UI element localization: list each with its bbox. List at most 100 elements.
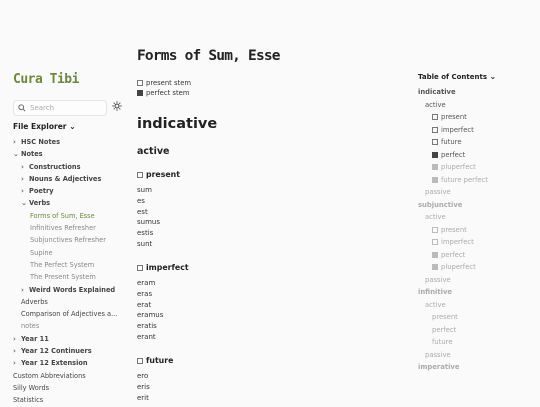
filled-square-icon (432, 164, 438, 170)
chevron-right-icon: › (13, 138, 16, 146)
toc-item[interactable]: pluperfect (418, 161, 538, 174)
toc-item-label: pluperfect (441, 263, 476, 271)
verb-form: eramus (137, 311, 164, 320)
toc-item-label: perfect (441, 150, 466, 159)
heading-active: active (137, 146, 170, 157)
sidebar-item[interactable]: Comparison of Adjectives a... (13, 308, 133, 320)
toc-item[interactable]: active (418, 211, 538, 224)
sidebar-item[interactable]: › HSC Notes (13, 136, 133, 148)
toc-item-label: infinitive (418, 288, 452, 296)
toc-item[interactable]: indicative (418, 86, 538, 99)
toc-item-label: active (425, 300, 446, 309)
chevron-down-icon: ⌄ (69, 122, 76, 131)
toc-item[interactable]: infinitive (418, 286, 538, 299)
verb-form: eram (137, 279, 156, 287)
sidebar-item-label: Supine (30, 248, 53, 257)
sidebar-item-label: The Present System (30, 273, 96, 282)
sidebar-item[interactable]: Forms of Sum, Esse (13, 210, 133, 222)
sidebar-item[interactable]: › Poetry (13, 185, 133, 197)
tense-heading: future (137, 356, 173, 365)
toc-item[interactable]: present (418, 111, 538, 124)
sidebar-item-label: Poetry (29, 187, 54, 196)
toc-item-label: future perfect (441, 175, 488, 184)
sidebar-item[interactable]: Supine (13, 247, 133, 259)
sidebar-item[interactable]: Adverbs (13, 296, 133, 308)
verb-form: erit (137, 393, 149, 402)
sidebar-item[interactable]: Silly Words (13, 382, 133, 394)
toc-item[interactable]: imperfect (418, 236, 538, 249)
toc-toggle[interactable]: Table of Contents ⌄ (418, 72, 496, 81)
sidebar-item[interactable]: The Perfect System (13, 259, 133, 271)
sidebar-item[interactable]: › Weird Words Explained (13, 284, 133, 296)
sidebar-item-label: The Perfect System (30, 260, 95, 269)
toc-item-label: present (441, 225, 467, 234)
sidebar-item[interactable]: ⌄ Notes (13, 148, 133, 160)
toc-item[interactable]: active (418, 299, 538, 312)
sidebar-item[interactable]: notes (13, 320, 133, 332)
sidebar-item-label: Comparison of Adjectives a... (21, 310, 118, 319)
empty-square-icon (432, 239, 438, 245)
empty-square-icon (137, 265, 143, 271)
empty-square-icon (432, 114, 438, 120)
theme-toggle-sun-icon[interactable] (112, 101, 122, 111)
toc-item-label: perfect (432, 325, 457, 334)
toc-item-label: passive (425, 350, 451, 359)
toc-item[interactable]: imperfect (418, 124, 538, 137)
tense-present: present sum es est sumus estis sunt (137, 170, 180, 250)
sidebar-item-label: Weird Words Explained (29, 285, 116, 294)
sidebar-item[interactable]: › Constructions (13, 161, 133, 173)
toc-item-label: present (432, 313, 458, 321)
sidebar-item-label: Custom Abbreviations (13, 371, 86, 380)
toc-item[interactable]: future perfect (418, 174, 538, 187)
toc-item[interactable]: passive (418, 274, 538, 287)
filled-square-icon (432, 264, 438, 270)
toc-item[interactable]: pluperfect (418, 261, 538, 274)
sidebar-item[interactable]: Subjunctives Refresher (13, 234, 133, 246)
verb-form: erat (137, 300, 152, 309)
sidebar-item[interactable]: ⌄ Verbs (13, 197, 133, 209)
toc-item-label: subjunctive (418, 200, 463, 209)
toc-item[interactable]: imperative (418, 361, 538, 374)
verb-form: erant (137, 332, 156, 341)
toc-item[interactable]: perfect (418, 149, 538, 162)
toc-item-label: imperfect (441, 238, 474, 246)
sidebar-item[interactable]: The Present System (13, 271, 133, 283)
toc-item[interactable]: passive (418, 349, 538, 362)
legend-perfect-stem: perfect stem (137, 89, 189, 97)
site-title[interactable]: Cura Tibi (13, 72, 79, 87)
sidebar-item[interactable]: › Year 12 Continuers (13, 345, 133, 357)
file-tree: › HSC Notes ⌄ Notes › Constructions › Nouns & A… (13, 136, 133, 407)
verb-form: eris (137, 382, 150, 391)
chevron-right-icon: › (13, 334, 16, 343)
tense-future: future ero eris erit (137, 356, 173, 403)
toc-item[interactable]: future (418, 336, 538, 349)
toc-item[interactable]: future (418, 136, 538, 149)
verb-form: sum (137, 186, 152, 194)
sidebar-item-label: Infinitives Refresher (30, 224, 96, 233)
toc-item[interactable]: subjunctive (418, 199, 538, 212)
file-explorer-toggle[interactable]: File Explorer ⌄ (13, 122, 76, 131)
toc-item[interactable]: perfect (418, 249, 538, 262)
verb-form: es (137, 196, 145, 205)
empty-square-icon (432, 139, 438, 145)
toc-item[interactable]: active (418, 99, 538, 112)
tense-imperfect: imperfect eram eras erat eramus eratis erant (137, 263, 189, 343)
sidebar-item[interactable]: › Nouns & Adjectives (13, 173, 133, 185)
sidebar-item-label: HSC Notes (21, 138, 60, 146)
empty-square-icon (432, 226, 438, 233)
sidebar-item[interactable]: Infinitives Refresher (13, 222, 133, 234)
toc-item[interactable]: passive (418, 186, 538, 199)
search-input[interactable]: Search (13, 100, 107, 116)
toc-item[interactable]: present (418, 311, 538, 324)
sidebar-item-label: notes (21, 322, 40, 331)
chevron-down-icon: ⌄ (21, 199, 27, 208)
sidebar-item[interactable]: Custom Abbreviations (13, 370, 133, 382)
sidebar-item[interactable]: › Year 11 (13, 333, 133, 345)
toc-item[interactable]: perfect (418, 324, 538, 337)
toc-item-label: present (441, 113, 467, 121)
heading-indicative: indicative (137, 116, 218, 132)
sidebar-item[interactable]: › Year 12 Extension (13, 357, 133, 369)
toc-item[interactable]: present (418, 224, 538, 237)
sidebar-item-label: Forms of Sum, Esse (30, 211, 95, 220)
sidebar-item-label: Notes (21, 150, 43, 159)
